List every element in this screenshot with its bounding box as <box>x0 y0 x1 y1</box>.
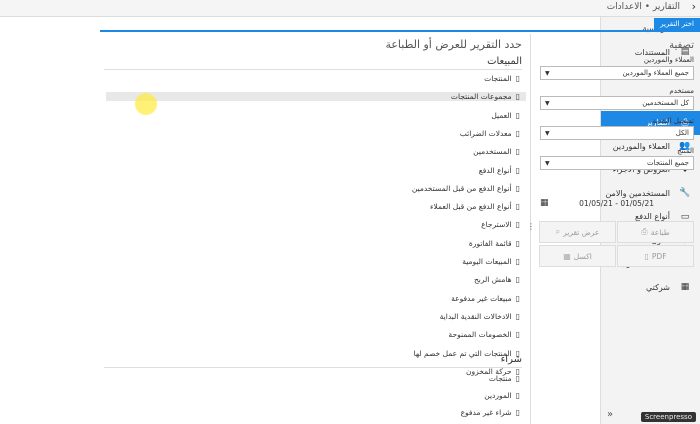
report-list-panel: حدد التقرير للعرض أو الطباعة المبيعات ▯ ال… <box>100 34 530 424</box>
chevron-down-icon: ▼ <box>545 159 550 167</box>
report-item-label: الموردين <box>484 391 512 400</box>
document-icon: ▯ <box>515 220 520 230</box>
report-item-label: هامش الربح <box>473 275 512 285</box>
customer-select-value: جميع العملاء والموردين <box>622 69 689 77</box>
report-item-label: الاسترجاع <box>481 220 512 230</box>
report-item[interactable]: ▯ الاسترجاع <box>110 220 520 229</box>
back-arrow-icon[interactable]: ‹ <box>692 0 696 13</box>
report-item-label: الادخالات النقدية البداية <box>439 311 512 321</box>
sales-section-title: المبيعات <box>104 56 522 70</box>
report-item-label: المستخدمين <box>473 147 512 157</box>
print-button[interactable]: طباعة ⎙ <box>617 221 694 243</box>
document-icon: ▯ <box>515 311 520 321</box>
report-item-label: أنواع الدفع <box>478 165 512 175</box>
chevron-down-icon: ▼ <box>545 69 550 77</box>
document-icon: ▯ <box>515 165 520 175</box>
report-item-label: المبيعات اليومية <box>462 257 512 266</box>
report-item[interactable]: ▯ مبيعات غير مدفوعة <box>110 294 520 303</box>
filter-title: تصفية <box>669 40 694 51</box>
document-icon: ▯ <box>515 92 520 102</box>
document-icon: ▯ <box>515 408 520 417</box>
report-item[interactable]: ▯ المبيعات اليومية <box>110 257 520 266</box>
report-item[interactable]: ▯ الادخالات النقدية البداية <box>110 312 520 321</box>
user-select-value: كل المستخدمين <box>642 99 689 107</box>
cash-register-label: تسجيل النقدية <box>652 117 694 125</box>
user-select[interactable]: كل المستخدمين ▼ <box>540 96 694 110</box>
report-item[interactable]: ▯ الموردين <box>110 391 520 400</box>
customer-select[interactable]: جميع العملاء والموردين ▼ <box>540 66 694 80</box>
product-select-value: جميع المنتجات <box>646 159 689 167</box>
pdf-label: PDF <box>651 251 667 261</box>
report-item[interactable]: ▯ أنواع الدفع <box>110 166 520 175</box>
report-item-label: العميل <box>491 110 512 120</box>
report-item-label: أنواع الدفع من قبل المستخدمين <box>411 183 512 193</box>
tab-bar: اختر التقرير <box>100 17 700 32</box>
cash-register-select[interactable]: الكل ▼ <box>540 126 694 140</box>
report-item-label: مبيعات غير مدفوعة <box>451 293 512 303</box>
document-icon: ▯ <box>515 202 520 212</box>
excel-label: اكسل <box>573 251 592 261</box>
pdf-icon: ▯ <box>644 251 649 261</box>
document-icon: ▯ <box>515 374 520 383</box>
excel-button[interactable]: اكسل ▦ <box>539 245 616 267</box>
report-item-label: المنتجات <box>484 74 512 83</box>
report-item-label: قائمة الفاتورة <box>468 238 512 248</box>
report-item[interactable]: ▯ منتجات <box>110 374 520 383</box>
report-item-label: الخصومات الممنوحة <box>448 330 512 340</box>
report-item[interactable]: ▯ المنتجات <box>110 74 520 83</box>
date-range-row[interactable]: 01/05/21 - 01/05/21 ▦ <box>540 196 694 210</box>
chevron-down-icon: ▼ <box>545 129 550 137</box>
report-item-label: أنواع الدفع من قبل العملاء <box>429 202 512 212</box>
report-item-label: شراء غير مدفوع <box>460 408 512 417</box>
document-icon: ▯ <box>515 257 520 266</box>
report-item[interactable]: ▯ أنواع الدفع من قبل العملاء <box>110 202 520 211</box>
mouse-cursor-highlight <box>135 93 157 115</box>
report-item[interactable]: ▯ مجموعات المنتجات <box>106 92 526 102</box>
show-report-label: عرض تقرير <box>563 227 600 237</box>
printer-icon: ⎙ <box>641 227 648 236</box>
report-item[interactable]: ▯ قائمة الفاتورة <box>110 239 520 248</box>
report-list-heading: حدد التقرير للعرض أو الطباعة <box>385 38 522 51</box>
report-item[interactable]: ▯ الخصومات الممنوحة <box>110 330 520 339</box>
cash-register-select-value: الكل <box>675 129 689 137</box>
product-select[interactable]: جميع المنتجات ▼ <box>540 156 694 170</box>
report-item-label: مجموعات المنتجات <box>450 92 512 102</box>
document-icon: ▯ <box>515 128 520 138</box>
report-item[interactable]: ▯ أنواع الدفع من قبل المستخدمين <box>110 184 520 193</box>
report-item[interactable]: ▯ المستخدمين <box>110 147 520 156</box>
user-label: مستخدم <box>669 87 694 95</box>
watermark: Screenpresso <box>640 412 696 422</box>
title-bar: ‹ التقارير • الاعدادات <box>0 0 700 17</box>
document-icon: ▯ <box>515 391 520 400</box>
product-label: المنتج <box>677 147 694 155</box>
report-item-label: منتجات <box>488 374 512 383</box>
search-icon: ⌕ <box>555 227 561 236</box>
report-item[interactable]: ▯ العميل <box>110 111 520 120</box>
tab-choose-report[interactable]: اختر التقرير <box>654 18 700 32</box>
document-icon: ▯ <box>515 330 520 340</box>
report-item[interactable]: ▯ معدلات الضرائب <box>110 129 520 138</box>
purchase-section-title: شراء <box>104 354 522 368</box>
date-range[interactable]: 01/05/21 - 01/05/21 <box>579 199 654 208</box>
document-icon: ▯ <box>515 110 520 120</box>
window-title: التقارير • الاعدادات <box>606 2 680 12</box>
calendar-icon[interactable]: ▦ <box>540 198 549 208</box>
document-icon: ▯ <box>515 183 520 193</box>
filter-panel: تصفية العملاء والموردين جميع العملاء وال… <box>534 34 700 424</box>
document-icon: ▯ <box>515 238 520 248</box>
document-icon: ▯ <box>515 293 520 303</box>
report-item[interactable]: ▯ شراء غير مدفوع <box>110 408 520 417</box>
report-item-label: معدلات الضرائب <box>459 128 512 138</box>
main-panel: اختر التقرير حدد التقرير للعرض أو الطباع… <box>100 17 700 424</box>
document-icon: ▯ <box>515 147 520 157</box>
document-icon: ▯ <box>515 275 520 285</box>
print-label: طباعة <box>650 227 670 237</box>
show-report-button[interactable]: عرض تقرير ⌕ <box>539 221 616 243</box>
excel-icon: ▦ <box>563 251 571 261</box>
document-icon: ▯ <box>515 74 520 83</box>
chevron-down-icon: ▼ <box>545 99 550 107</box>
customer-label: العملاء والموردين <box>643 56 694 64</box>
pdf-button[interactable]: PDF ▯ <box>617 245 694 267</box>
report-item[interactable]: ▯ هامش الربح <box>110 275 520 284</box>
